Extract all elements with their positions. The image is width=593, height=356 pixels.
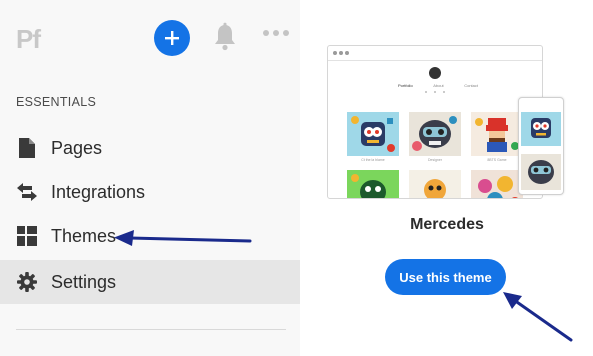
thumbnail-caption: 8BTS Game — [487, 158, 507, 162]
preview-thumbnail — [409, 170, 461, 198]
sidebar: Pf ESSENTIALS Pages Integrations Themes … — [0, 0, 300, 356]
preview-tab: Portfolio — [398, 83, 413, 88]
sidebar-item-label: Settings — [51, 271, 117, 292]
theme-preview[interactable]: Portfolio About Contact Ct the la blame … — [327, 45, 543, 199]
sidebar-divider — [16, 329, 286, 330]
bell-icon — [215, 22, 235, 51]
browser-bar — [328, 46, 542, 61]
preview-tab: About — [433, 83, 444, 88]
preview-thumbnail — [409, 112, 461, 156]
notifications-button[interactable] — [212, 22, 238, 52]
sidebar-item-label: Integrations — [51, 181, 146, 202]
page-icon — [16, 137, 38, 159]
more-horizontal-icon — [263, 30, 289, 36]
sidebar-item-themes[interactable]: Themes — [0, 214, 300, 258]
avatar — [429, 67, 441, 79]
preview-tab: Contact — [464, 83, 478, 88]
preview-thumbnail — [347, 170, 399, 198]
preview-site-tabs: Portfolio About Contact — [398, 83, 478, 88]
sidebar-item-label: Themes — [51, 225, 117, 246]
gear-icon — [16, 271, 38, 293]
sidebar-item-pages[interactable]: Pages — [0, 126, 300, 170]
preview-thumbnail — [521, 112, 561, 146]
preview-thumbnail — [521, 154, 561, 190]
sidebar-item-integrations[interactable]: Integrations — [0, 170, 300, 214]
thumbnail-caption: Designer — [427, 158, 442, 162]
thumbnail-caption: Ct the la blame — [361, 158, 385, 162]
mobile-preview — [518, 97, 564, 195]
arrows-exchange-icon — [16, 181, 38, 203]
preview-thumbnail — [347, 112, 399, 156]
layout-grid-icon — [16, 225, 38, 247]
more-button[interactable] — [262, 26, 292, 38]
app-logo[interactable]: Pf — [16, 24, 41, 55]
theme-name: Mercedes — [410, 216, 484, 233]
sidebar-item-label: Pages — [51, 137, 103, 158]
sidebar-item-settings[interactable]: Settings — [0, 260, 300, 304]
preview-dots — [425, 91, 445, 93]
preview-thumbnail — [471, 170, 523, 198]
section-title-essentials: ESSENTIALS — [16, 95, 97, 109]
use-theme-button[interactable]: Use this theme — [385, 259, 506, 295]
add-button[interactable] — [154, 20, 190, 56]
plus-icon — [165, 31, 179, 45]
preview-thumbnail — [471, 112, 523, 156]
annotation-arrow-use-theme — [503, 292, 573, 342]
